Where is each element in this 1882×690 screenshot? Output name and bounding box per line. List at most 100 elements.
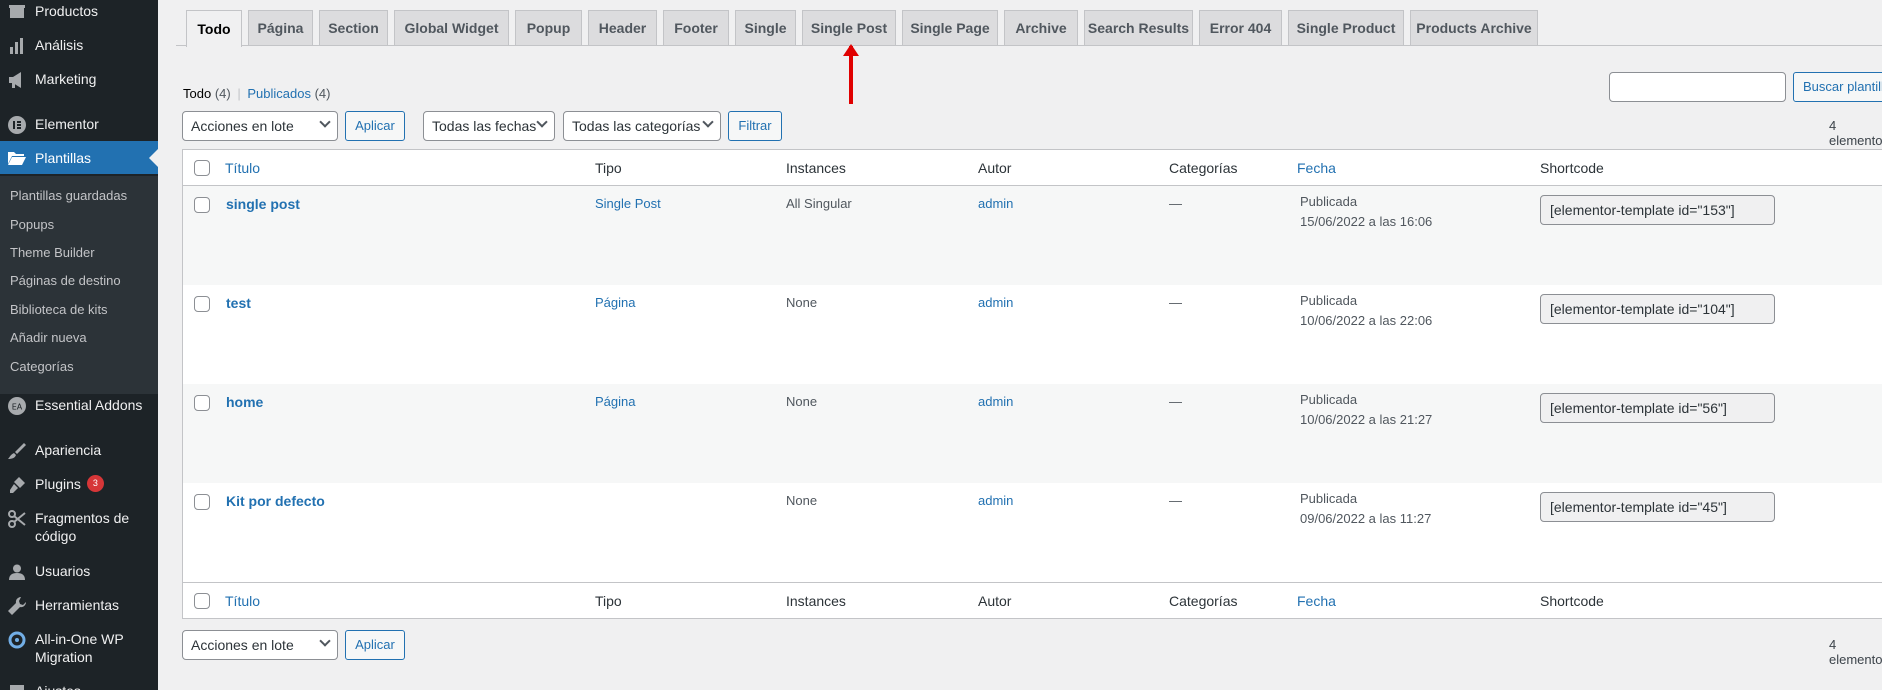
tab-single-post[interactable]: Single Post	[802, 10, 896, 45]
submenu-item-theme-builder[interactable]: Theme Builder	[10, 245, 95, 260]
row-author-link[interactable]: admin	[978, 493, 1013, 508]
row-type-link[interactable]: Página	[595, 394, 635, 409]
row-shortcode-field[interactable]: [elementor-template id="153"]	[1540, 195, 1775, 225]
tab-single-page[interactable]: Single Page	[902, 10, 998, 45]
column-categories: Categorías	[1169, 593, 1238, 609]
menu-item-ajustes[interactable]: Ajustes	[0, 682, 158, 690]
menu-item-herramientas[interactable]: Herramientas	[0, 596, 158, 616]
filter-button[interactable]: Filtrar	[728, 111, 782, 141]
menu-item-label: Marketing	[35, 71, 97, 87]
menu-item-label: Productos	[35, 3, 99, 19]
row-title-link[interactable]: single post	[226, 196, 300, 212]
select-all-checkbox[interactable]	[194, 160, 210, 176]
scissors-icon	[6, 509, 28, 529]
tab-header[interactable]: Header	[588, 10, 657, 45]
search-input[interactable]	[1609, 72, 1786, 102]
row-shortcode-field[interactable]: [elementor-template id="56"]	[1540, 393, 1775, 423]
submenu-item-paginas-de-destino[interactable]: Páginas de destino	[10, 273, 121, 288]
category-filter-select[interactable]: Todas las categorías	[563, 111, 721, 141]
user-icon	[6, 562, 28, 582]
row-type-link[interactable]: Página	[595, 295, 635, 310]
row-instances: All Singular	[786, 196, 852, 211]
submenu-item-popups[interactable]: Popups	[10, 217, 54, 232]
apply-bulk-button-top[interactable]: Aplicar	[345, 111, 405, 141]
bulk-actions-select-bottom[interactable]: Acciones en lote	[182, 630, 338, 660]
submenu-item-categorias[interactable]: Categorías	[10, 359, 74, 374]
essential-addons-icon: EA	[6, 396, 28, 416]
date-filter-select[interactable]: Todas las fechas	[423, 111, 555, 141]
tab-archive[interactable]: Archive	[1004, 10, 1078, 45]
tab-single-product[interactable]: Single Product	[1288, 10, 1404, 45]
tab-footer[interactable]: Footer	[663, 10, 729, 45]
view-all-label[interactable]: Todo	[183, 86, 211, 101]
view-all-count: (4)	[214, 86, 231, 101]
column-title[interactable]: Título	[225, 160, 260, 176]
tab-error-404[interactable]: Error 404	[1199, 10, 1282, 45]
menu-item-elementor[interactable]: Elementor	[0, 115, 158, 135]
apply-bulk-button-bottom[interactable]: Aplicar	[345, 630, 405, 660]
menu-item-fragmentos[interactable]: Fragmentos de código	[0, 509, 158, 545]
tab-popup[interactable]: Popup	[515, 10, 582, 45]
menu-item-usuarios[interactable]: Usuarios	[0, 562, 158, 582]
row-title-link[interactable]: home	[226, 394, 263, 410]
chevron-down-icon	[536, 116, 548, 128]
row-date: Publicada 10/06/2022 a las 22:06	[1300, 291, 1432, 331]
column-date[interactable]: Fecha	[1297, 593, 1336, 609]
category-filter-value: Todas las categorías	[572, 118, 701, 134]
date-filter-value: Todas las fechas	[432, 118, 537, 134]
tab-pagina[interactable]: Página	[248, 10, 313, 45]
submenu-item-plantillas-guardadas[interactable]: Plantillas guardadas	[10, 188, 127, 203]
folder-open-icon	[6, 148, 28, 168]
menu-item-label: Herramientas	[35, 597, 120, 613]
row-date: Publicada 15/06/2022 a las 16:06	[1300, 192, 1432, 232]
row-date-value: 15/06/2022 a las 16:06	[1300, 214, 1433, 229]
column-categories: Categorías	[1169, 160, 1238, 176]
row-author-link[interactable]: admin	[978, 394, 1013, 409]
row-author-link[interactable]: admin	[978, 295, 1013, 310]
column-date[interactable]: Fecha	[1297, 160, 1336, 176]
tab-global-widget[interactable]: Global Widget	[394, 10, 509, 45]
menu-item-productos[interactable]: Productos	[0, 2, 158, 22]
table-footer: Título Tipo Instances Autor Categorías F…	[183, 582, 1882, 618]
chevron-down-icon	[319, 116, 331, 128]
row-shortcode-field[interactable]: [elementor-template id="104"]	[1540, 294, 1775, 324]
wrench-icon	[6, 596, 28, 616]
menu-item-all-in-one-migration[interactable]: All-in-One WP Migration	[0, 630, 158, 666]
bulk-actions-select-top[interactable]: Acciones en lote	[182, 111, 338, 141]
menu-item-marketing[interactable]: Marketing	[0, 70, 158, 90]
menu-item-label: Fragmentos de código	[35, 510, 130, 544]
row-title-link[interactable]: Kit por defecto	[226, 493, 325, 509]
menu-item-plantillas[interactable]: Plantillas	[0, 141, 158, 174]
menu-item-plugins[interactable]: Plugins 3	[0, 475, 158, 495]
view-published-link[interactable]: Publicados	[247, 86, 311, 101]
column-title[interactable]: Título	[225, 593, 260, 609]
tab-search-results[interactable]: Search Results	[1084, 10, 1193, 45]
row-checkbox[interactable]	[194, 197, 210, 213]
tab-section[interactable]: Section	[319, 10, 388, 45]
row-title-link[interactable]: test	[226, 295, 251, 311]
column-shortcode: Shortcode	[1540, 593, 1604, 609]
row-shortcode-field[interactable]: [elementor-template id="45"]	[1540, 492, 1775, 522]
admin-sidebar: Productos Análisis Marketing Elementor P…	[0, 0, 158, 690]
row-checkbox[interactable]	[194, 296, 210, 312]
tab-products-archive[interactable]: Products Archive	[1410, 10, 1538, 45]
row-type-link[interactable]: Single Post	[595, 196, 661, 211]
row-status: Publicada	[1300, 194, 1358, 209]
search-templates-button[interactable]: Buscar plantillas	[1793, 72, 1882, 102]
select-all-checkbox-bottom[interactable]	[194, 593, 210, 609]
view-published-count: (4)	[314, 86, 331, 101]
row-author-link[interactable]: admin	[978, 196, 1013, 211]
tab-single[interactable]: Single	[735, 10, 796, 45]
row-categories: —	[1169, 196, 1182, 211]
menu-item-analisis[interactable]: Análisis	[0, 36, 158, 56]
menu-item-essential-addons[interactable]: EA Essential Addons	[0, 396, 158, 416]
menu-item-label: Essential Addons	[35, 397, 143, 413]
submenu-item-anadir-nueva[interactable]: Añadir nueva	[10, 330, 87, 345]
row-instances: None	[786, 394, 818, 409]
column-instances: Instances	[786, 160, 846, 176]
row-checkbox[interactable]	[194, 395, 210, 411]
menu-item-apariencia[interactable]: Apariencia	[0, 441, 158, 461]
submenu-item-biblioteca-de-kits[interactable]: Biblioteca de kits	[10, 302, 108, 317]
tab-todo[interactable]: Todo	[186, 10, 242, 47]
row-checkbox[interactable]	[194, 494, 210, 510]
